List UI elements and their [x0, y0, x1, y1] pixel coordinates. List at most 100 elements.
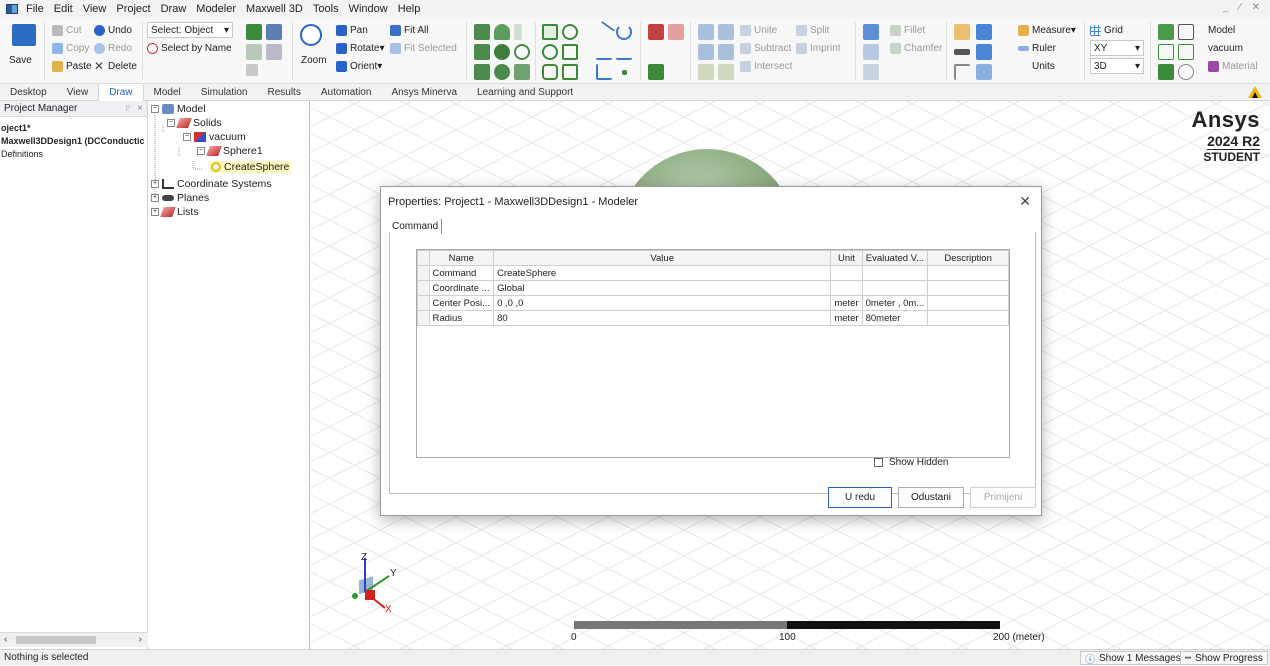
row-description[interactable]	[927, 265, 1009, 281]
zoom-icon[interactable]	[300, 24, 322, 46]
plane-dropdown[interactable]: XY ▾	[1090, 40, 1144, 56]
sheet-from-face-icon[interactable]	[668, 24, 684, 40]
pin-icon[interactable]: ♇	[124, 103, 132, 114]
row-value[interactable]: 0 ,0 ,0	[493, 295, 832, 311]
snap-grid-icon[interactable]	[1158, 44, 1174, 60]
definitions-node[interactable]: Definitions	[1, 149, 147, 159]
fit-all-button[interactable]: Fit All	[390, 22, 428, 38]
equation-curve-icon[interactable]	[616, 44, 632, 60]
collapse-icon[interactable]: −	[183, 133, 191, 141]
menu-file[interactable]: File	[21, 3, 49, 15]
tree-create-sphere[interactable]: CreateSphere	[209, 161, 292, 173]
menu-modeler[interactable]: Modeler	[191, 3, 241, 15]
mirror-icon[interactable]	[698, 44, 714, 60]
tree-coordinate-systems[interactable]: + Coordinate Systems	[151, 178, 272, 190]
table-row[interactable]: Command CreateSphere	[417, 265, 1009, 281]
undo-button[interactable]: Undo	[94, 22, 132, 38]
close-icon[interactable]: ×	[137, 103, 143, 114]
show-hidden-checkbox[interactable]: Show Hidden	[874, 457, 948, 468]
menu-project[interactable]: Project	[111, 3, 155, 15]
polyhedron-icon[interactable]	[474, 64, 490, 80]
model-settings-icon[interactable]	[1158, 24, 1174, 40]
tab-draw[interactable]: Draw	[98, 83, 144, 101]
tree-model[interactable]: − Model	[151, 103, 206, 115]
select-vertex-icon[interactable]	[266, 44, 282, 60]
expand-icon[interactable]: +	[151, 180, 159, 188]
line-segment-icon[interactable]	[954, 64, 970, 80]
rotate-button[interactable]: Rotate ▾	[336, 40, 385, 56]
design-node[interactable]: Maxwell3DDesign1 (DCConductic	[1, 136, 147, 146]
select-face-icon[interactable]	[266, 24, 282, 40]
object-cs-icon[interactable]	[976, 44, 992, 60]
expand-icon[interactable]: +	[151, 208, 159, 216]
relative-cs-icon[interactable]	[648, 64, 664, 80]
row-value[interactable]: CreateSphere	[493, 265, 832, 281]
thicken-icon[interactable]	[863, 44, 879, 60]
delete-button[interactable]: ✕ Delete	[94, 58, 137, 74]
snap-vertex-icon[interactable]	[1178, 44, 1194, 60]
row-value[interactable]: Global	[493, 280, 832, 296]
unite-button[interactable]: Unite	[740, 22, 777, 38]
col-evaluated[interactable]: Evaluated V...	[861, 250, 929, 266]
tab-model[interactable]: Model	[144, 87, 191, 98]
rotate-object-icon[interactable]	[718, 64, 734, 80]
polyline-icon[interactable]	[596, 64, 612, 80]
menu-maxwell3d[interactable]: Maxwell 3D	[241, 3, 308, 15]
scroll-left-icon[interactable]: ‹	[4, 634, 7, 645]
cylinder-icon[interactable]	[474, 44, 490, 60]
tree-lists[interactable]: + Lists	[151, 206, 199, 218]
face-cs-icon[interactable]	[954, 49, 970, 55]
redo-button[interactable]: Redo	[94, 40, 132, 56]
save-icon[interactable]	[12, 24, 36, 46]
pan-button[interactable]: Pan	[336, 22, 368, 38]
window-controls[interactable]: _ ⁄ ✕	[1223, 2, 1264, 13]
torus-icon[interactable]	[514, 44, 530, 60]
ellipse-icon[interactable]	[562, 24, 578, 40]
point-icon[interactable]	[622, 70, 627, 75]
collapse-icon[interactable]: −	[151, 105, 159, 113]
fillet-button[interactable]: Fillet	[890, 22, 925, 38]
select-by-name-button[interactable]: Select by Name	[147, 40, 232, 56]
tab-results[interactable]: Results	[257, 87, 310, 98]
row-description[interactable]	[927, 310, 1009, 326]
col-description[interactable]: Description	[927, 250, 1009, 266]
orient-button[interactable]: Orient ▾	[336, 58, 382, 74]
show-messages-button[interactable]: ⓘ Show 1 Messages	[1080, 651, 1186, 666]
collapse-icon[interactable]: −	[167, 119, 175, 127]
region-icon[interactable]	[562, 64, 578, 80]
tree-sphere1[interactable]: − Sphere1	[197, 145, 263, 157]
tab-automation[interactable]: Automation	[311, 87, 382, 98]
cut-button[interactable]: Cut	[52, 22, 82, 38]
plane-cs-icon[interactable]	[976, 64, 992, 80]
copy-button[interactable]: Copy	[52, 40, 89, 56]
snap-face-icon[interactable]	[1158, 64, 1174, 80]
sheet-from-object-icon[interactable]	[648, 24, 664, 40]
table-row[interactable]: Center Posi... 0 ,0 ,0 meter 0meter , 0m…	[417, 295, 1009, 311]
duplicate-around-axis-icon[interactable]	[718, 24, 734, 40]
col-name[interactable]: Name	[428, 250, 495, 266]
cancel-button[interactable]: Odustani	[898, 487, 964, 508]
arc-icon[interactable]	[616, 24, 632, 40]
sweep-icon[interactable]	[863, 24, 879, 40]
select-multi-icon[interactable]	[246, 64, 258, 76]
tab-simulation[interactable]: Simulation	[191, 87, 258, 98]
table-row[interactable]: Coordinate ... Global	[417, 280, 1009, 296]
close-icon[interactable]: ✕	[1019, 193, 1031, 210]
material-sheet-icon[interactable]	[954, 24, 970, 40]
table-row[interactable]: Radius 80 meter 80meter	[417, 310, 1009, 326]
bondwire-icon[interactable]	[514, 64, 530, 80]
imprint-button[interactable]: Imprint	[796, 40, 841, 56]
menu-draw[interactable]: Draw	[156, 3, 192, 15]
tree-vacuum[interactable]: − vacuum	[183, 131, 246, 143]
coordinate-system-icon[interactable]	[976, 24, 992, 40]
ok-button[interactable]: U redu	[828, 487, 892, 508]
tab-view[interactable]: View	[57, 87, 99, 98]
select-mode-dropdown[interactable]: Select: Object ▾	[147, 22, 233, 38]
menu-edit[interactable]: Edit	[49, 3, 78, 15]
horizontal-scrollbar[interactable]: ‹ ›	[0, 632, 148, 647]
cone-icon[interactable]	[494, 24, 510, 40]
tree-planes[interactable]: + Planes	[151, 192, 209, 204]
scroll-thumb[interactable]	[16, 636, 96, 644]
menu-window[interactable]: Window	[344, 3, 393, 15]
row-value[interactable]: 80	[493, 310, 832, 326]
